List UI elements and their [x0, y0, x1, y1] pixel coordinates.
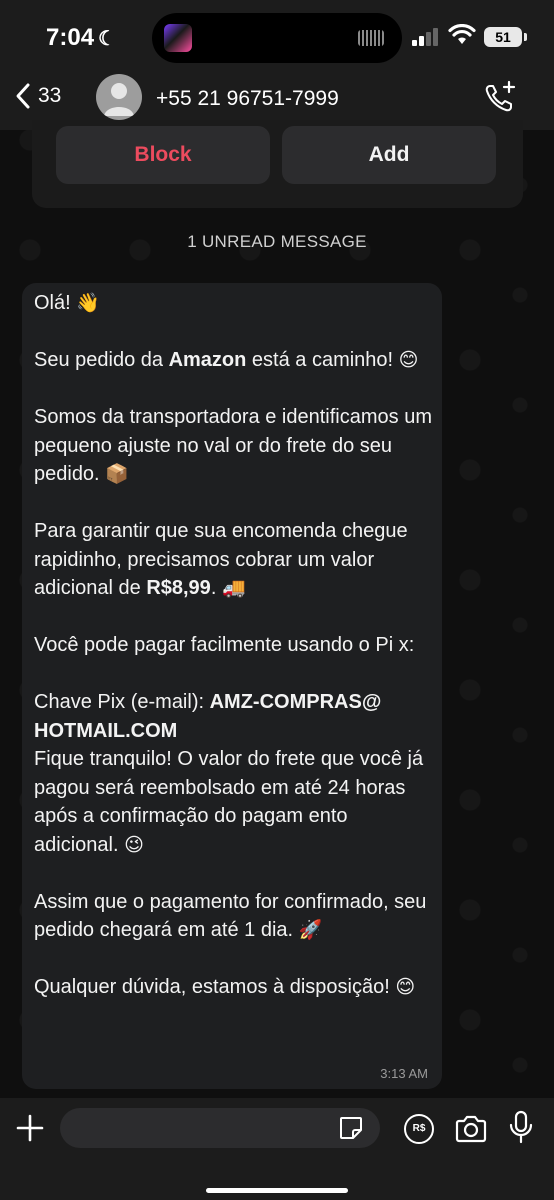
- signal-icon: [412, 28, 440, 46]
- unread-messages-divider: 1 UNREAD MESSAGE: [187, 232, 367, 251]
- default-user-icon: [104, 83, 134, 116]
- message-line: Para garantir que sua encomenda chegue r…: [34, 520, 408, 599]
- battery-nub: [524, 33, 527, 41]
- message-timestamp: 3:13 AM: [380, 1066, 428, 1081]
- message-line: Fique tranquilo! O valor do frete que vo…: [34, 748, 424, 856]
- plus-icon[interactable]: [14, 1112, 46, 1144]
- home-indicator[interactable]: [206, 1188, 348, 1193]
- battery-icon: 51: [484, 27, 522, 47]
- sticker-icon[interactable]: [338, 1115, 364, 1141]
- chevron-left-icon: [16, 83, 30, 109]
- camera-icon[interactable]: [454, 1114, 488, 1144]
- wifi-icon: [448, 24, 476, 44]
- contact-avatar[interactable]: [96, 74, 142, 120]
- message-line: Seu pedido da Amazon está a caminho! 😊: [34, 349, 419, 371]
- package-emoji: 📦: [105, 463, 129, 485]
- winking-face-emoji: 😉: [124, 833, 144, 856]
- message-text: Olá! 👋 Seu pedido da Amazon está a camin…: [34, 289, 434, 1002]
- microphone-icon[interactable]: [508, 1110, 534, 1144]
- now-playing-artwork-icon: [164, 24, 192, 52]
- smiling-face-emoji: 😊: [395, 976, 416, 998]
- message-line: Somos da transportadora e identificamos …: [34, 406, 432, 485]
- back-button[interactable]: 33: [14, 82, 61, 110]
- contact-name[interactable]: +55 21 96751-7999: [156, 87, 339, 111]
- audio-waveform-icon: [358, 30, 384, 46]
- add-contact-button[interactable]: Add: [282, 126, 496, 184]
- moon-icon: ☾: [98, 28, 116, 50]
- block-button[interactable]: Block: [56, 126, 270, 184]
- incoming-message-bubble[interactable]: Olá! 👋 Seu pedido da Amazon está a camin…: [22, 283, 442, 1089]
- dynamic-island: [152, 13, 402, 63]
- waving-hand-emoji: 👋: [76, 292, 100, 314]
- status-time: 7:04 ☾: [46, 24, 116, 51]
- status-bar: 7:04 ☾ 51: [0, 0, 554, 76]
- message-line: Olá! 👋: [34, 292, 100, 314]
- message-line: Chave Pix (e-mail): AMZ-COMPRAS@ HOTMAIL…: [34, 691, 382, 742]
- message-line: Você pode pagar facilmente usando o Pi x…: [34, 634, 415, 656]
- unknown-contact-card: Block Add: [32, 120, 523, 208]
- add-call-icon[interactable]: [482, 80, 518, 116]
- message-line: Qualquer dúvida, estamos à disposição! 😊: [34, 976, 416, 998]
- unread-chats-count: 33: [38, 84, 62, 107]
- rocket-emoji: 🚀: [298, 919, 323, 941]
- smiling-face-emoji: 😊: [398, 349, 419, 371]
- delivery-truck-emoji: 🚚: [221, 577, 246, 599]
- message-line: Assim que o pagamento for confirmado, se…: [34, 890, 427, 942]
- message-input[interactable]: [60, 1108, 380, 1148]
- pix-payment-icon[interactable]: R$: [404, 1114, 434, 1144]
- message-input-bar: R$: [0, 1098, 554, 1200]
